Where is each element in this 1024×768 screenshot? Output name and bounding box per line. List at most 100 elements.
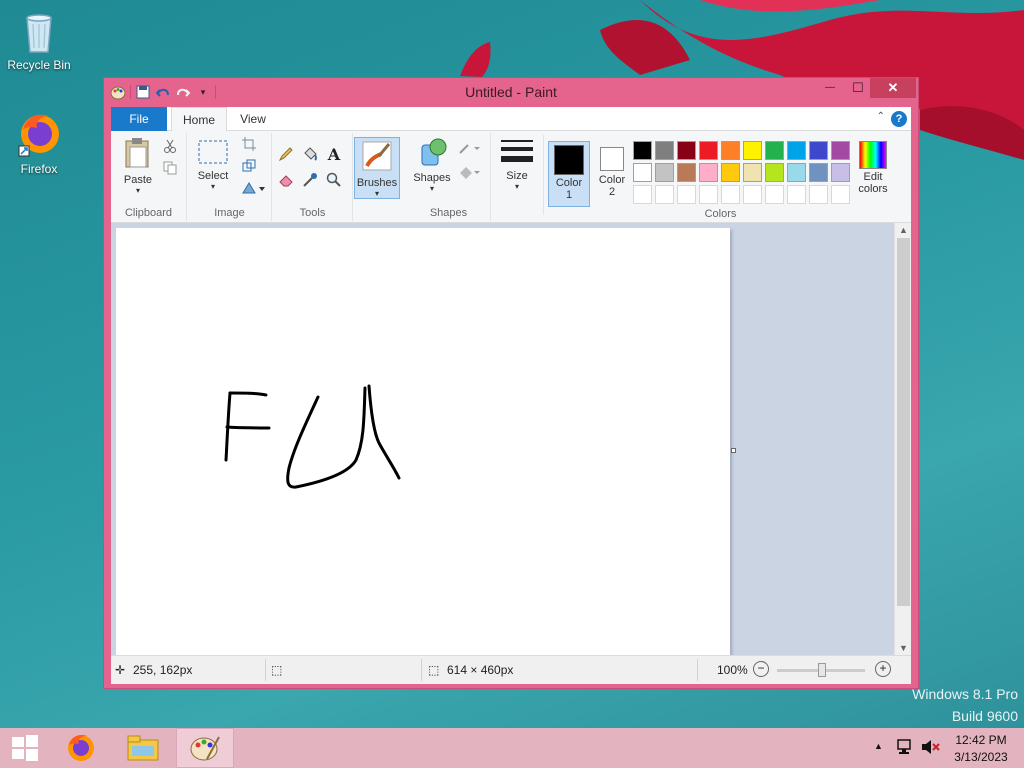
tab-view[interactable]: View — [233, 107, 273, 131]
edit-colors-button[interactable]: Edit colors — [855, 141, 891, 195]
firefox-label: Firefox — [20, 162, 58, 176]
palette-color-swatch[interactable] — [765, 163, 784, 182]
pencil-icon[interactable] — [277, 145, 295, 163]
status-separator-1 — [265, 659, 266, 681]
custom-color-slot[interactable] — [633, 185, 652, 204]
zoom-slider[interactable] — [777, 663, 865, 677]
maximize-button[interactable]: ☐ — [844, 78, 872, 98]
title-bar[interactable]: ▾ Untitled - Paint — ☐ ✕ — [104, 78, 918, 107]
palette-color-swatch[interactable] — [787, 141, 806, 160]
custom-color-slot[interactable] — [699, 185, 718, 204]
eraser-icon[interactable] — [277, 171, 295, 189]
shapes-button[interactable]: Shapes ▾ — [411, 137, 453, 193]
rotate-icon[interactable] — [240, 179, 266, 197]
cursor-position-icon: ✛ — [115, 663, 126, 677]
palette-color-swatch[interactable] — [809, 141, 828, 160]
palette-color-swatch[interactable] — [633, 141, 652, 160]
recycle-bin-icon — [15, 6, 63, 54]
palette-color-swatch[interactable] — [699, 163, 718, 182]
paste-icon — [117, 137, 159, 172]
drawing-canvas[interactable] — [116, 228, 730, 655]
minimize-button[interactable]: — — [816, 78, 844, 98]
recycle-bin-shortcut[interactable]: Recycle Bin — [0, 6, 78, 72]
show-hidden-icons[interactable]: ▲ — [874, 741, 883, 768]
minimize-ribbon-icon[interactable]: ⌃ — [877, 111, 885, 122]
color1-button[interactable]: Color 1 — [548, 141, 590, 207]
fill-icon[interactable] — [301, 145, 319, 163]
firefox-shortcut[interactable]: Firefox — [0, 110, 78, 176]
palette-color-swatch[interactable] — [831, 163, 850, 182]
custom-color-slot[interactable] — [677, 185, 696, 204]
zoom-in-icon[interactable]: + — [875, 661, 891, 677]
close-button[interactable]: ✕ — [870, 78, 916, 98]
palette-color-swatch[interactable] — [633, 163, 652, 182]
scrollbar-thumb[interactable] — [897, 238, 910, 606]
size-button[interactable]: Size ▾ — [497, 137, 537, 191]
zoom-slider-thumb[interactable] — [818, 663, 826, 677]
palette-color-swatch[interactable] — [721, 163, 740, 182]
copy-icon[interactable] — [161, 159, 179, 177]
resize-icon[interactable] — [240, 157, 258, 175]
palette-color-swatch[interactable] — [699, 141, 718, 160]
custom-color-slot[interactable] — [787, 185, 806, 204]
custom-color-slot[interactable] — [809, 185, 828, 204]
vertical-scrollbar[interactable]: ▲ ▼ — [894, 223, 911, 655]
tab-file[interactable]: File — [111, 107, 167, 131]
clock[interactable]: 12:42 PM 3/13/2023 — [946, 733, 1016, 768]
palette-color-swatch[interactable] — [809, 163, 828, 182]
brushes-button[interactable]: Brushes ▾ — [354, 137, 400, 199]
palette-color-swatch[interactable] — [743, 141, 762, 160]
tab-home[interactable]: Home — [171, 107, 227, 132]
palette-color-swatch[interactable] — [831, 141, 850, 160]
color-picker-icon[interactable] — [301, 171, 319, 189]
canvas-resize-handle[interactable] — [731, 448, 736, 453]
size-dropdown-icon: ▾ — [514, 182, 519, 191]
help-icon[interactable]: ? — [891, 111, 907, 127]
shapes-group-label: Shapes — [429, 207, 468, 219]
size-icon — [497, 137, 537, 168]
work-area: ▲ ▼ — [111, 223, 911, 655]
magnifier-icon[interactable] — [325, 171, 343, 189]
palette-color-swatch[interactable] — [721, 141, 740, 160]
paste-label: Paste — [123, 174, 153, 186]
taskbar-file-explorer[interactable] — [114, 728, 172, 768]
network-icon[interactable] — [896, 738, 914, 768]
palette-color-swatch[interactable] — [765, 141, 784, 160]
firefox-taskbar-icon — [68, 735, 94, 761]
edit-colors-label: Edit — [863, 171, 883, 183]
custom-color-slot[interactable] — [831, 185, 850, 204]
palette-color-swatch[interactable] — [655, 163, 674, 182]
outline-icon[interactable] — [457, 139, 483, 157]
scroll-down-icon[interactable]: ▼ — [895, 641, 911, 655]
fill-shape-icon[interactable] — [457, 163, 483, 181]
palette-color-swatch[interactable] — [655, 141, 674, 160]
status-separator-2 — [421, 659, 422, 681]
edit-colors-label-2: colors — [858, 183, 888, 195]
custom-color-slot[interactable] — [743, 185, 762, 204]
text-icon[interactable]: A — [325, 145, 343, 164]
status-bar: ✛ 255, 162px ⬚ ⬚ 614 × 460px 100% − + — [111, 655, 911, 684]
taskbar-firefox[interactable] — [52, 728, 110, 768]
cut-icon[interactable] — [161, 137, 179, 155]
scroll-up-icon[interactable]: ▲ — [895, 223, 911, 237]
canvas-size: 614 × 460px — [447, 663, 514, 677]
start-button[interactable] — [0, 728, 50, 768]
custom-color-slot[interactable] — [721, 185, 740, 204]
ribbon-tabs: File Home View ⌃ ? — [111, 107, 911, 132]
zoom-out-icon[interactable]: − — [753, 661, 769, 677]
select-button[interactable]: Select ▾ — [192, 137, 234, 191]
palette-color-swatch[interactable] — [787, 163, 806, 182]
window-title: Untitled - Paint — [465, 84, 557, 100]
custom-color-slot[interactable] — [655, 185, 674, 204]
paint-window: ▾ Untitled - Paint — ☐ ✕ File Home View … — [103, 77, 919, 689]
custom-color-slot[interactable] — [765, 185, 784, 204]
palette-color-swatch[interactable] — [677, 163, 696, 182]
crop-icon[interactable] — [240, 135, 258, 153]
palette-color-swatch[interactable] — [743, 163, 762, 182]
paste-button[interactable]: Paste ▾ — [117, 137, 159, 195]
firefox-icon — [15, 110, 63, 158]
color2-button[interactable]: Color 2 — [593, 141, 631, 207]
volume-muted-icon[interactable] — [920, 738, 940, 768]
palette-color-swatch[interactable] — [677, 141, 696, 160]
taskbar-paint[interactable] — [176, 728, 234, 768]
